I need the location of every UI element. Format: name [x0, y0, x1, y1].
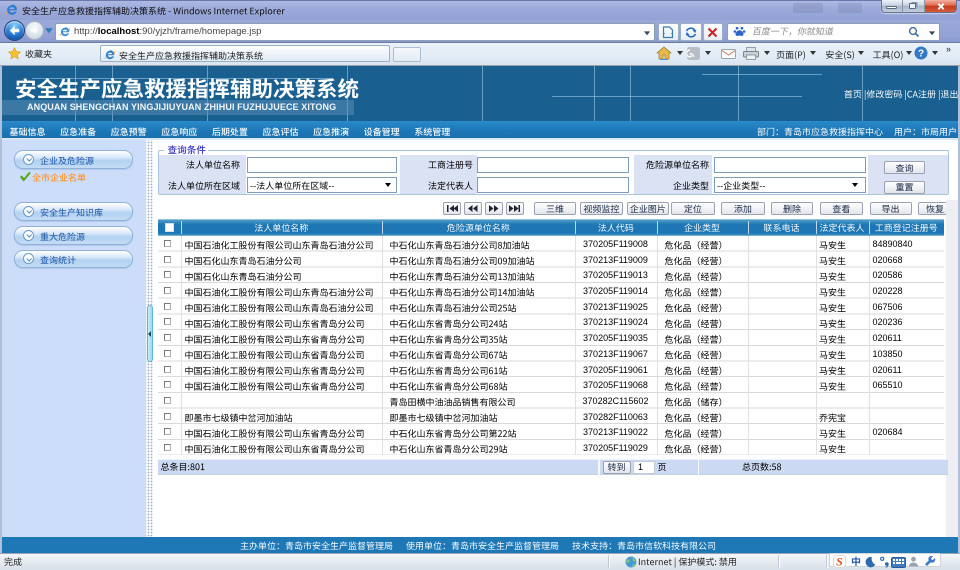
svg-text:?: ? — [918, 49, 924, 60]
svg-text:S: S — [836, 555, 843, 568]
